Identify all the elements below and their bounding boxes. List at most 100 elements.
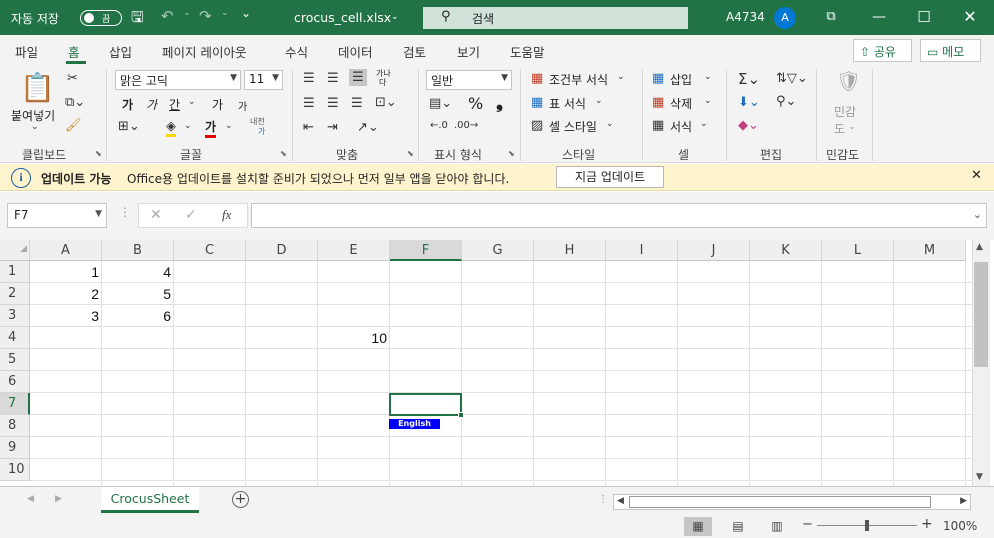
tab-insert[interactable]: 삽입 bbox=[109, 42, 132, 61]
cell-b2[interactable]: 5 bbox=[102, 283, 174, 305]
zoom-level[interactable]: 100% bbox=[943, 519, 977, 533]
active-cell-border[interactable] bbox=[389, 393, 462, 416]
filename-dropdown-icon[interactable]: ⌄ bbox=[391, 12, 399, 22]
previous-sheet-icon[interactable]: ◀ bbox=[27, 494, 34, 504]
undo-icon[interactable]: ↶ bbox=[161, 7, 174, 25]
row-header-6[interactable]: 6 bbox=[0, 371, 30, 393]
find-select-icon[interactable]: ⚲⌄ bbox=[776, 94, 796, 109]
chevron-down-icon[interactable]: ⌄ bbox=[704, 72, 712, 82]
insert-cells-button[interactable]: 삽입 bbox=[670, 71, 692, 88]
conditional-formatting-icon[interactable]: ▦ bbox=[531, 71, 543, 86]
search-box[interactable]: ⚲ 검색 bbox=[423, 7, 688, 29]
row-header-2[interactable]: 2 bbox=[0, 283, 30, 305]
font-launcher-icon[interactable]: ⬊ bbox=[280, 149, 287, 158]
row-header-3[interactable]: 3 bbox=[0, 305, 30, 327]
delete-cells-button[interactable]: 삭제 bbox=[670, 95, 692, 112]
normal-view-icon[interactable]: ▦ bbox=[684, 517, 712, 536]
orientation-icon[interactable]: ↗⌄ bbox=[357, 120, 379, 135]
font-color-dropdown-icon[interactable]: ⌄ bbox=[225, 121, 233, 131]
sheet-tab-crocussheet[interactable]: CrocusSheet bbox=[101, 487, 199, 513]
grow-font-button[interactable]: 가 bbox=[212, 96, 223, 113]
column-header-e[interactable]: E bbox=[318, 240, 390, 261]
cell-b3[interactable]: 6 bbox=[102, 305, 174, 327]
shrink-font-button[interactable]: 가 bbox=[238, 98, 247, 113]
avatar[interactable]: A bbox=[774, 7, 796, 29]
fill-color-icon[interactable]: ◈ bbox=[166, 119, 176, 137]
format-as-table-button[interactable]: 표 서식 bbox=[549, 95, 586, 112]
cell-a3[interactable]: 3 bbox=[30, 305, 102, 327]
page-break-preview-icon[interactable]: ▥ bbox=[763, 517, 791, 536]
percent-button[interactable]: % bbox=[468, 94, 483, 113]
select-all-button[interactable]: ◢ bbox=[0, 240, 30, 261]
align-bottom-icon[interactable]: ☰ bbox=[349, 69, 367, 86]
zoom-slider-thumb[interactable] bbox=[865, 520, 869, 531]
column-header-a[interactable]: A bbox=[30, 240, 102, 261]
fill-dropdown-icon[interactable]: ⌄ bbox=[184, 121, 192, 131]
align-top-icon[interactable]: ☰ bbox=[303, 71, 315, 86]
row-header-9[interactable]: 9 bbox=[0, 437, 30, 459]
insert-function-button[interactable]: fx bbox=[222, 207, 231, 223]
name-box[interactable]: F7 ▼ bbox=[7, 203, 107, 228]
underline-dropdown-icon[interactable]: ⌄ bbox=[188, 97, 196, 107]
sensitivity-icon[interactable]: 🛡 bbox=[836, 69, 861, 93]
font-color-button[interactable]: 가 bbox=[205, 118, 217, 138]
underline-button[interactable]: 간 bbox=[169, 96, 180, 113]
tab-review[interactable]: 검토 bbox=[403, 42, 426, 61]
format-painter-icon[interactable]: 🖌 bbox=[65, 118, 82, 133]
cell-styles-icon[interactable]: ▨ bbox=[531, 118, 543, 133]
chevron-down-icon[interactable]: ⌄ bbox=[606, 119, 614, 129]
decrease-indent-icon[interactable]: ⇤ bbox=[303, 120, 314, 135]
row-header-10[interactable]: 10 bbox=[0, 459, 30, 481]
sort-filter-icon[interactable]: ⇅▽⌄ bbox=[776, 71, 808, 86]
column-header-l[interactable]: L bbox=[822, 240, 894, 261]
font-name-select[interactable]: 맑은 고딕 ▼ bbox=[115, 70, 241, 90]
tab-page-layout[interactable]: 페이지 레이아웃 bbox=[162, 42, 246, 61]
format-cells-button[interactable]: 서식 bbox=[670, 118, 692, 135]
column-header-g[interactable]: G bbox=[462, 240, 534, 261]
italic-button[interactable]: 가 bbox=[146, 96, 157, 113]
tab-formulas[interactable]: 수식 bbox=[285, 42, 308, 61]
cancel-entry-icon[interactable]: ✕ bbox=[150, 207, 162, 223]
align-right-icon[interactable]: ☰ bbox=[351, 96, 363, 111]
undo-dropdown-icon[interactable]: ⌄ bbox=[183, 8, 191, 18]
row-header-8[interactable]: 8 bbox=[0, 415, 30, 437]
column-header-m[interactable]: M bbox=[894, 240, 966, 261]
column-header-i[interactable]: I bbox=[606, 240, 678, 261]
column-header-f[interactable]: F bbox=[390, 240, 462, 261]
tab-view[interactable]: 보기 bbox=[457, 42, 480, 61]
zoom-in-button[interactable]: + bbox=[921, 516, 933, 532]
fill-icon[interactable]: ⬇⌄ bbox=[738, 95, 760, 110]
scroll-up-icon[interactable]: ▲ bbox=[976, 242, 983, 252]
increase-indent-icon[interactable]: ⇥ bbox=[327, 120, 338, 135]
zoom-out-button[interactable]: − bbox=[802, 517, 813, 532]
page-layout-view-icon[interactable]: ▤ bbox=[724, 517, 752, 536]
sensitivity-button[interactable]: 민감 bbox=[834, 103, 856, 120]
bold-button[interactable]: 가 bbox=[122, 96, 133, 113]
chevron-down-icon[interactable]: ⌄ bbox=[704, 96, 712, 106]
save-icon[interactable]: 🖫 bbox=[131, 7, 144, 32]
number-launcher-icon[interactable]: ⬊ bbox=[508, 149, 515, 158]
row-header-1[interactable]: 1 bbox=[0, 261, 30, 283]
scroll-right-icon[interactable]: ▶ bbox=[960, 496, 967, 506]
align-middle-icon[interactable]: ☰ bbox=[327, 71, 339, 86]
clear-icon[interactable]: ◆⌄ bbox=[738, 118, 759, 133]
paste-dropdown-icon[interactable]: ⌄ bbox=[31, 122, 39, 132]
column-header-b[interactable]: B bbox=[102, 240, 174, 261]
row-header-4[interactable]: 4 bbox=[0, 327, 30, 349]
customize-qat-icon[interactable]: ⌄ bbox=[241, 6, 251, 20]
insert-cells-icon[interactable]: ▦ bbox=[652, 71, 664, 86]
expand-formula-bar-icon[interactable]: ⌄ bbox=[973, 208, 982, 221]
accounting-format-icon[interactable]: ▤⌄ bbox=[429, 96, 452, 111]
maximize-button[interactable]: ☐ bbox=[909, 3, 939, 31]
chevron-down-icon[interactable]: ▼ bbox=[95, 209, 102, 219]
font-size-select[interactable]: 11 ▼ bbox=[244, 70, 283, 90]
comma-style-button[interactable]: ❟ bbox=[496, 92, 503, 113]
copy-icon[interactable]: ⧉⌄ bbox=[65, 95, 85, 110]
chevron-down-icon[interactable]: ⌄ bbox=[700, 119, 708, 129]
delete-cells-icon[interactable]: ▦ bbox=[652, 95, 664, 110]
column-header-h[interactable]: H bbox=[534, 240, 606, 261]
cell-b1[interactable]: 4 bbox=[102, 261, 174, 283]
tab-data[interactable]: 데이터 bbox=[338, 42, 373, 61]
column-header-c[interactable]: C bbox=[174, 240, 246, 261]
formula-input[interactable]: ⌄ bbox=[251, 203, 987, 228]
